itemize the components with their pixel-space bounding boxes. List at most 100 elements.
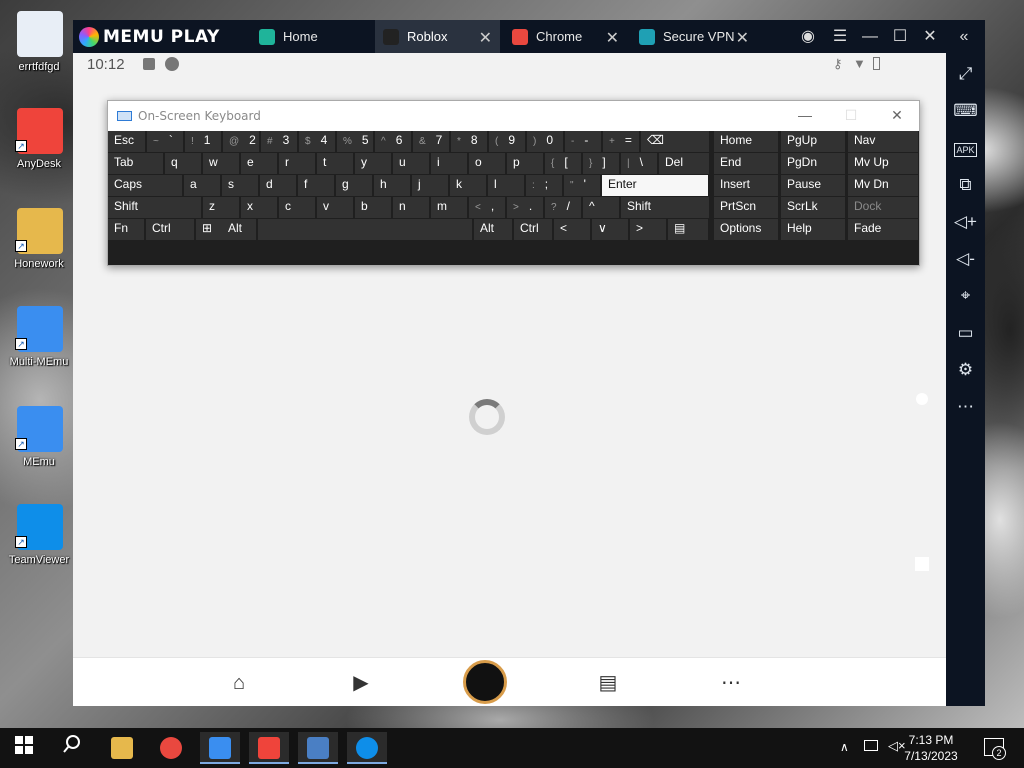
- key-symbol[interactable]: ∨: [592, 219, 628, 240]
- key-z[interactable]: z: [203, 197, 239, 218]
- key-f[interactable]: f: [298, 175, 334, 196]
- key-e[interactable]: e: [241, 153, 277, 174]
- settings-icon[interactable]: ⚙: [946, 354, 985, 386]
- start-button[interactable]: [4, 732, 44, 764]
- key-m[interactable]: m: [431, 197, 467, 218]
- tab-chrome[interactable]: Chrome ✕: [504, 20, 627, 53]
- key-pause[interactable]: Pause: [781, 175, 845, 196]
- account-icon[interactable]: ◉: [797, 26, 819, 48]
- key-n[interactable]: n: [393, 197, 429, 218]
- collapse-sidebar-button[interactable]: «: [953, 26, 975, 48]
- key-pgup[interactable]: PgUp: [781, 131, 845, 152]
- desktop-icon-honework[interactable]: ↗ Honework: [2, 200, 76, 288]
- key-ctrl[interactable]: Ctrl: [146, 219, 194, 240]
- minimize-button[interactable]: —: [859, 26, 881, 48]
- close-icon[interactable]: ✕: [606, 28, 619, 48]
- tab-secure-vpn[interactable]: Secure VPN ✕: [631, 20, 757, 53]
- system-clock[interactable]: 7:13 PM 7/13/2023: [896, 732, 966, 764]
- key-3[interactable]: #3: [261, 131, 297, 152]
- key-ctrl[interactable]: Ctrl: [514, 219, 552, 240]
- key-insert[interactable]: Insert: [714, 175, 778, 196]
- key-del[interactable]: Del: [659, 153, 709, 174]
- close-button[interactable]: ✕: [886, 107, 908, 125]
- key-w[interactable]: w: [203, 153, 239, 174]
- desktop-icon-errtfdfgd[interactable]: errtfdfgd: [2, 3, 76, 91]
- key-7[interactable]: & 7: [413, 131, 449, 152]
- show-hidden-icons[interactable]: ∧: [840, 740, 849, 754]
- maximize-button[interactable]: ☐: [840, 107, 862, 125]
- key-symbol[interactable]: }]: [583, 153, 619, 174]
- key-help[interactable]: Help: [781, 219, 845, 240]
- taskbar-memu[interactable]: [200, 732, 240, 764]
- key-0[interactable]: ) 0: [527, 131, 563, 152]
- network-icon[interactable]: [864, 740, 878, 751]
- key-alt[interactable]: Alt: [474, 219, 512, 240]
- avatar-icon[interactable]: [463, 660, 507, 704]
- key-pgdn[interactable]: PgDn: [781, 153, 845, 174]
- key-symbol[interactable]: <: [554, 219, 590, 240]
- key-9[interactable]: (9: [489, 131, 525, 152]
- volume-up-icon[interactable]: ◁+: [946, 206, 985, 238]
- key-symbol[interactable]: <,: [469, 197, 505, 218]
- key-h[interactable]: h: [374, 175, 410, 196]
- tab-roblox[interactable]: Roblox ✕: [375, 20, 500, 53]
- key-s[interactable]: s: [222, 175, 258, 196]
- key-symbol[interactable]: ~ `: [147, 131, 183, 152]
- key-1[interactable]: ! 1: [185, 131, 221, 152]
- key-mvup[interactable]: Mv Up: [848, 153, 918, 174]
- key-alt[interactable]: Alt: [222, 219, 256, 240]
- key-shift[interactable]: Shift: [108, 197, 201, 218]
- taskbar-chrome[interactable]: [151, 732, 191, 764]
- key-6[interactable]: ^ 6: [375, 131, 411, 152]
- key-x[interactable]: x: [241, 197, 277, 218]
- key-mvdn[interactable]: Mv Dn: [848, 175, 918, 196]
- key-scrlk[interactable]: ScrLk: [781, 197, 845, 218]
- key-shift[interactable]: Shift: [621, 197, 709, 218]
- key-y[interactable]: y: [355, 153, 391, 174]
- osk-titlebar[interactable]: On-Screen Keyboard — ☐ ✕: [108, 101, 919, 131]
- key-symbol[interactable]: ⌫: [641, 131, 709, 152]
- chat-icon[interactable]: ▤: [593, 668, 623, 698]
- key-home[interactable]: Home: [714, 131, 778, 152]
- play-icon[interactable]: ▶: [346, 668, 376, 698]
- more-icon[interactable]: ⋯: [716, 668, 746, 698]
- key-symbol[interactable]: >: [630, 219, 666, 240]
- key-options[interactable]: Options: [714, 219, 778, 240]
- maximize-button[interactable]: ☐: [889, 26, 911, 48]
- folder-icon[interactable]: ▭: [946, 317, 985, 349]
- taskbar-file-explorer[interactable]: [102, 732, 142, 764]
- key-nav[interactable]: Nav: [848, 131, 918, 152]
- key-esc[interactable]: Esc: [108, 131, 145, 152]
- home-icon[interactable]: ⌂: [224, 668, 254, 698]
- key-r[interactable]: r: [279, 153, 315, 174]
- desktop-icon-memu[interactable]: ↗ MEmu: [2, 398, 76, 486]
- key-2[interactable]: @2: [223, 131, 259, 152]
- key-symbol[interactable]: + =: [603, 131, 639, 152]
- key-end[interactable]: End: [714, 153, 778, 174]
- key-g[interactable]: g: [336, 175, 372, 196]
- key-o[interactable]: o: [469, 153, 505, 174]
- taskbar-anydesk[interactable]: [249, 732, 289, 764]
- key-fn[interactable]: Fn: [108, 219, 144, 240]
- key-u[interactable]: u: [393, 153, 429, 174]
- key-d[interactable]: d: [260, 175, 296, 196]
- key-c[interactable]: c: [279, 197, 315, 218]
- keyboard-icon[interactable]: ⌨: [946, 95, 985, 127]
- key-j[interactable]: j: [412, 175, 448, 196]
- scroll-handle[interactable]: [915, 557, 929, 571]
- key-5[interactable]: % 5: [337, 131, 373, 152]
- key-tab[interactable]: Tab: [108, 153, 163, 174]
- key-symbol[interactable]: ▤: [668, 219, 708, 240]
- key-symbol[interactable]: | \: [621, 153, 657, 174]
- close-window-button[interactable]: ✕: [919, 26, 941, 48]
- key-symbol[interactable]: ? /: [545, 197, 581, 218]
- key-p[interactable]: p: [507, 153, 543, 174]
- key-symbol[interactable]: ^: [583, 197, 619, 218]
- key-prtscn[interactable]: PrtScn: [714, 197, 778, 218]
- minimize-button[interactable]: —: [794, 107, 816, 125]
- volume-down-icon[interactable]: ◁-: [946, 243, 985, 275]
- close-icon[interactable]: ✕: [479, 28, 492, 48]
- fullscreen-icon[interactable]: ⤢: [946, 58, 985, 90]
- taskbar-teamviewer[interactable]: [347, 732, 387, 764]
- key-symbol[interactable]: >.: [507, 197, 543, 218]
